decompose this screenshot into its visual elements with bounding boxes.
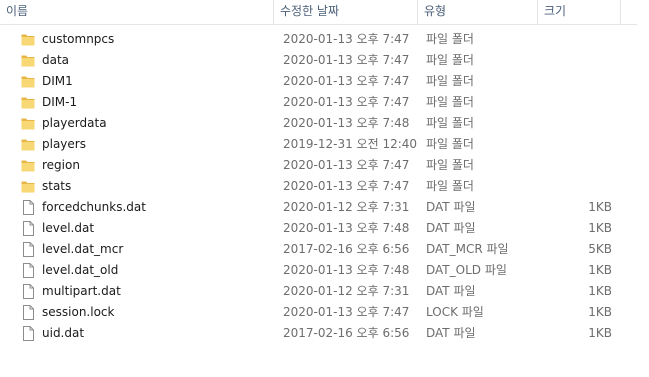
file-name: DIM1 <box>42 74 73 88</box>
file-size: 1KB <box>588 305 612 319</box>
column-header-size[interactable]: 크기 <box>538 0 620 24</box>
file-modified-date: 2020-01-13 오후 7:48 <box>283 116 410 130</box>
file-modified-date: 2020-01-13 오후 7:47 <box>283 53 410 67</box>
sort-ascending-icon: ^ <box>142 0 150 5</box>
folder-icon <box>21 179 35 194</box>
file-list: customnpcs 2020-01-13 오후 7:47 파일 폴더 data 202… <box>0 29 649 344</box>
file-explorer-window: 이름 ^ 수정한 날짜 유형 크기 customnpcs 2020-01-13 오… <box>0 0 649 377</box>
folder-icon <box>21 74 35 89</box>
file-modified-date: 2020-01-13 오후 7:47 <box>283 95 410 109</box>
file-name: forcedchunks.dat <box>42 200 146 214</box>
column-divider[interactable] <box>620 0 621 24</box>
file-name: data <box>42 53 70 67</box>
file-name: level.dat_mcr <box>42 242 124 256</box>
file-name: stats <box>42 179 72 193</box>
column-header-name[interactable]: 이름 <box>0 0 273 24</box>
file-name: playerdata <box>42 116 107 130</box>
file-icon <box>21 221 35 236</box>
file-type: DAT_MCR 파일 <box>426 242 509 256</box>
column-header-type[interactable]: 유형 <box>418 0 537 24</box>
file-modified-date: 2020-01-12 오후 7:31 <box>283 200 410 214</box>
folder-icon <box>21 95 35 110</box>
file-size: 1KB <box>588 263 612 277</box>
file-row[interactable]: stats 2020-01-13 오후 7:47 파일 폴더 <box>0 176 620 197</box>
file-modified-date: 2020-01-13 오후 7:48 <box>283 221 410 235</box>
file-icon <box>21 326 35 341</box>
folder-icon <box>21 53 35 68</box>
file-row[interactable]: session.lock 2020-01-13 오후 7:47 LOCK 파일 1KB <box>0 302 620 323</box>
file-row[interactable]: uid.dat 2017-02-16 오후 6:56 DAT 파일 1KB <box>0 323 620 344</box>
file-type: 파일 폴더 <box>426 32 474 46</box>
file-type: 파일 폴더 <box>426 137 474 151</box>
file-modified-date: 2020-01-13 오후 7:48 <box>283 263 410 277</box>
file-row[interactable]: level.dat_old 2020-01-13 오후 7:48 DAT_OLD 파… <box>0 260 620 281</box>
file-row[interactable]: multipart.dat 2020-01-12 오후 7:31 DAT 파일 1KB <box>0 281 620 302</box>
file-type: 파일 폴더 <box>426 53 474 67</box>
file-type: LOCK 파일 <box>426 305 484 319</box>
file-row[interactable]: region 2020-01-13 오후 7:47 파일 폴더 <box>0 155 620 176</box>
file-modified-date: 2020-01-13 오후 7:47 <box>283 32 410 46</box>
file-size: 5KB <box>588 242 612 256</box>
file-row[interactable]: customnpcs 2020-01-13 오후 7:47 파일 폴더 <box>0 29 620 50</box>
file-type: 파일 폴더 <box>426 179 474 193</box>
file-icon <box>21 284 35 299</box>
file-icon <box>21 242 35 257</box>
file-name: players <box>42 137 86 151</box>
column-header-bar: 이름 ^ 수정한 날짜 유형 크기 <box>0 0 649 25</box>
file-name: session.lock <box>42 305 115 319</box>
file-modified-date: 2017-02-16 오후 6:56 <box>283 242 410 256</box>
file-size: 1KB <box>588 200 612 214</box>
file-size: 1KB <box>588 326 612 340</box>
file-row[interactable]: players 2019-12-31 오전 12:40 파일 폴더 <box>0 134 620 155</box>
file-modified-date: 2020-01-13 오후 7:47 <box>283 179 410 193</box>
file-modified-date: 2019-12-31 오전 12:40 <box>283 137 418 151</box>
file-row[interactable]: level.dat_mcr 2017-02-16 오후 6:56 DAT_MCR 파… <box>0 239 620 260</box>
column-header-date-label: 수정한 날짜 <box>280 4 340 18</box>
file-type: 파일 폴더 <box>426 95 474 109</box>
file-name: level.dat_old <box>42 263 119 277</box>
file-row[interactable]: forcedchunks.dat 2020-01-12 오후 7:31 DAT 파일… <box>0 197 620 218</box>
column-header-date[interactable]: 수정한 날짜 <box>274 0 417 24</box>
column-header-size-label: 크기 <box>544 4 567 18</box>
file-type: DAT_OLD 파일 <box>426 263 507 277</box>
file-type: 파일 폴더 <box>426 116 474 130</box>
folder-icon <box>21 158 35 173</box>
file-size: 1KB <box>588 284 612 298</box>
file-modified-date: 2020-01-13 오후 7:47 <box>283 305 410 319</box>
file-type: DAT 파일 <box>426 221 476 235</box>
file-icon <box>21 200 35 215</box>
file-icon <box>21 263 35 278</box>
file-type: DAT 파일 <box>426 284 476 298</box>
column-header-type-label: 유형 <box>424 4 447 18</box>
file-modified-date: 2020-01-12 오후 7:31 <box>283 284 410 298</box>
file-icon <box>21 305 35 320</box>
file-name: customnpcs <box>42 32 115 46</box>
column-header-name-label: 이름 <box>6 4 29 18</box>
folder-icon <box>21 116 35 131</box>
vertical-scrollbar[interactable] <box>637 0 649 377</box>
file-name: level.dat <box>42 221 95 235</box>
file-modified-date: 2020-01-13 오후 7:47 <box>283 74 410 88</box>
file-row[interactable]: data 2020-01-13 오후 7:47 파일 폴더 <box>0 50 620 71</box>
file-type: DAT 파일 <box>426 200 476 214</box>
file-name: uid.dat <box>42 326 85 340</box>
file-modified-date: 2020-01-13 오후 7:47 <box>283 158 410 172</box>
folder-icon <box>21 137 35 152</box>
file-type: DAT 파일 <box>426 326 476 340</box>
file-name: multipart.dat <box>42 284 121 298</box>
file-row[interactable]: playerdata 2020-01-13 오후 7:48 파일 폴더 <box>0 113 620 134</box>
file-name: DIM-1 <box>42 95 78 109</box>
file-row[interactable]: level.dat 2020-01-13 오후 7:48 DAT 파일 1KB <box>0 218 620 239</box>
file-row[interactable]: DIM-1 2020-01-13 오후 7:47 파일 폴더 <box>0 92 620 113</box>
file-size: 1KB <box>588 221 612 235</box>
file-type: 파일 폴더 <box>426 158 474 172</box>
file-row[interactable]: DIM1 2020-01-13 오후 7:47 파일 폴더 <box>0 71 620 92</box>
file-type: 파일 폴더 <box>426 74 474 88</box>
file-name: region <box>42 158 80 172</box>
folder-icon <box>21 32 35 47</box>
file-modified-date: 2017-02-16 오후 6:56 <box>283 326 410 340</box>
